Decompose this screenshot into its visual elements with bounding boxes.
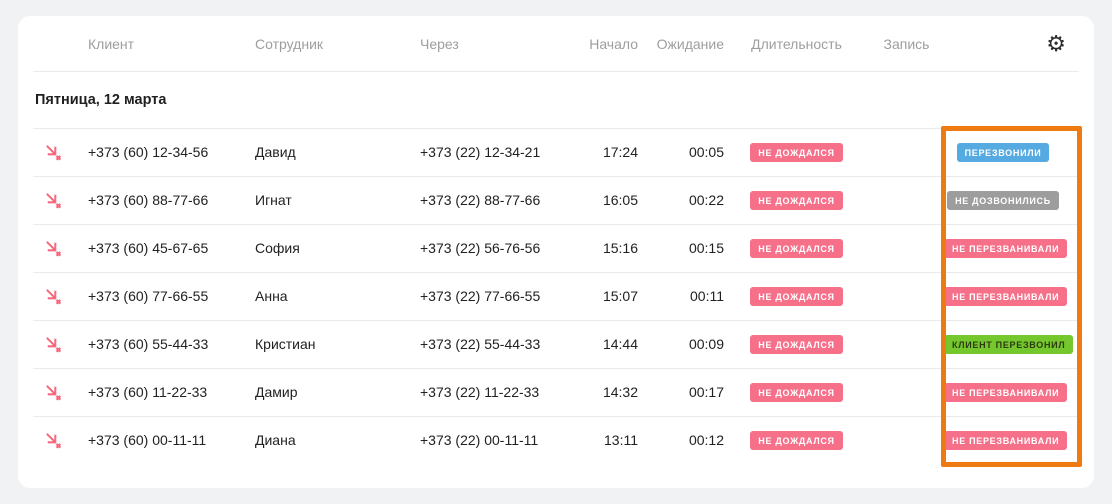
settings-cell: ⚙ [944,33,1094,55]
column-header-via: Через [420,36,588,52]
duration-status-badge: НЕ ДОЖДАЛСЯ [750,383,842,402]
client-phone: +373 (60) 00-11-11 [88,432,255,448]
callback-status-badge: НЕ ПЕРЕЗВАНИВАЛИ [944,239,1067,258]
employee-name: Кристиан [255,336,420,352]
missed-call-icon [43,382,64,403]
duration-status-badge: НЕ ДОЖДАЛСЯ [750,335,842,354]
employee-name: Дамир [255,384,420,400]
table-row[interactable]: +373 (60) 77-66-55 Анна +373 (22) 77-66-… [18,272,1094,320]
client-phone: +373 (60) 45-67-65 [88,240,255,256]
table-row[interactable]: +373 (60) 00-11-11 Диана +373 (22) 00-11… [18,416,1094,464]
table-row[interactable]: +373 (60) 12-34-56 Давид +373 (22) 12-34… [18,128,1094,176]
callback-status-badge: КЛИЕНТ ПЕРЕЗВОНИЛ [944,335,1073,354]
column-header-record: Запись [869,36,944,52]
duration-status-badge: НЕ ДОЖДАЛСЯ [750,191,842,210]
missed-call-icon [43,142,64,163]
gear-icon[interactable]: ⚙ [1046,33,1066,55]
start-time: 14:32 [588,384,638,400]
missed-call-icon [43,238,64,259]
waiting-time: 00:05 [638,144,724,160]
employee-name: София [255,240,420,256]
callback-status-badge: ПЕРЕЗВОНИЛИ [957,143,1050,162]
callback-status-badge: НЕ ПЕРЕЗВАНИВАЛИ [944,431,1067,450]
client-phone: +373 (60) 12-34-56 [88,144,255,160]
via-phone: +373 (22) 77-66-55 [420,288,588,304]
waiting-time: 00:17 [638,384,724,400]
via-phone: +373 (22) 88-77-66 [420,192,588,208]
column-header-duration: Длительность [724,36,869,52]
via-phone: +373 (22) 12-34-21 [420,144,588,160]
missed-call-icon [43,286,64,307]
start-time: 13:11 [588,432,638,448]
client-phone: +373 (60) 88-77-66 [88,192,255,208]
waiting-time: 00:22 [638,192,724,208]
client-phone: +373 (60) 77-66-55 [88,288,255,304]
waiting-time: 00:11 [638,288,724,304]
start-time: 16:05 [588,192,638,208]
missed-call-icon [43,334,64,355]
callback-status-badge: НЕ ПЕРЕЗВАНИВАЛИ [944,287,1067,306]
start-time: 17:24 [588,144,638,160]
table-row[interactable]: +373 (60) 11-22-33 Дамир +373 (22) 11-22… [18,368,1094,416]
employee-name: Игнат [255,192,420,208]
duration-status-badge: НЕ ДОЖДАЛСЯ [750,431,842,450]
via-phone: +373 (22) 11-22-33 [420,384,588,400]
waiting-time: 00:09 [638,336,724,352]
via-phone: +373 (22) 00-11-11 [420,432,588,448]
employee-name: Давид [255,144,420,160]
client-phone: +373 (60) 11-22-33 [88,384,255,400]
column-header-waiting: Ожидание [638,36,724,52]
table-row[interactable]: +373 (60) 88-77-66 Игнат +373 (22) 88-77… [18,176,1094,224]
duration-status-badge: НЕ ДОЖДАЛСЯ [750,143,842,162]
start-time: 15:16 [588,240,638,256]
callback-status-badge: НЕ ПЕРЕЗВАНИВАЛИ [944,383,1067,402]
via-phone: +373 (22) 56-76-56 [420,240,588,256]
duration-status-badge: НЕ ДОЖДАЛСЯ [750,287,842,306]
missed-call-icon [43,190,64,211]
column-header-employee: Сотрудник [255,36,420,52]
table-row[interactable]: +373 (60) 45-67-65 София +373 (22) 56-76… [18,224,1094,272]
client-phone: +373 (60) 55-44-33 [88,336,255,352]
date-group-header: Пятница, 12 марта [18,71,1094,128]
start-time: 14:44 [588,336,638,352]
employee-name: Диана [255,432,420,448]
call-log-card: Клиент Сотрудник Через Начало Ожидание Д… [18,16,1094,488]
callback-status-badge: НЕ ДОЗВОНИЛИСЬ [947,191,1059,210]
column-header-start: Начало [588,36,638,52]
employee-name: Анна [255,288,420,304]
via-phone: +373 (22) 55-44-33 [420,336,588,352]
waiting-time: 00:15 [638,240,724,256]
table-row[interactable]: +373 (60) 55-44-33 Кристиан +373 (22) 55… [18,320,1094,368]
missed-call-icon [43,430,64,451]
start-time: 15:07 [588,288,638,304]
waiting-time: 00:12 [638,432,724,448]
duration-status-badge: НЕ ДОЖДАЛСЯ [750,239,842,258]
table-header: Клиент Сотрудник Через Начало Ожидание Д… [18,16,1094,71]
column-header-client: Клиент [88,36,255,52]
